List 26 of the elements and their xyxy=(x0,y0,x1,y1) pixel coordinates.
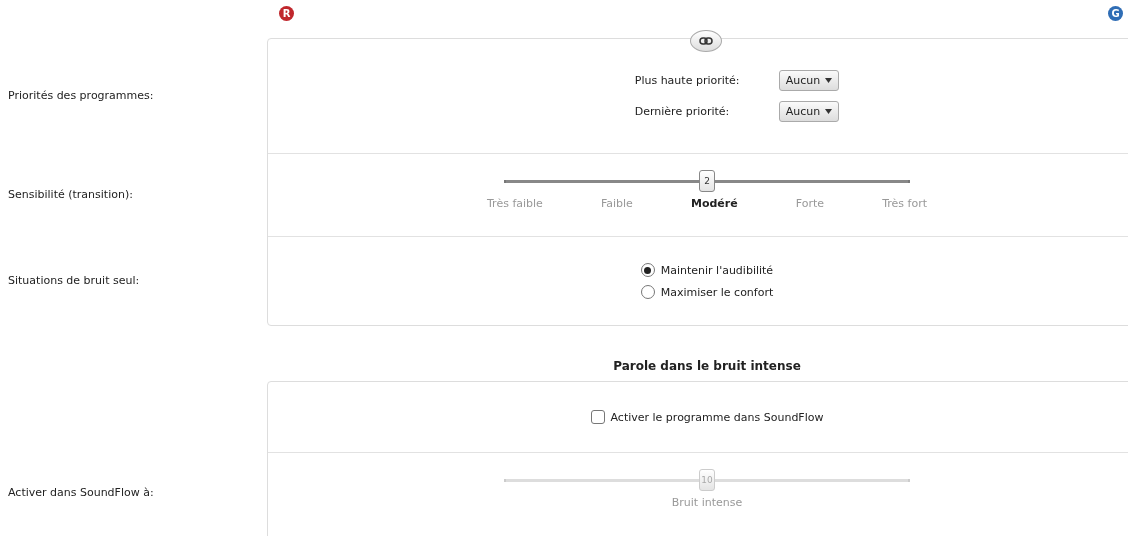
ear-badge: G xyxy=(1108,6,1123,21)
priority-dropdown[interactable]: Aucun xyxy=(778,70,840,91)
checkbox[interactable] xyxy=(590,410,605,424)
option-label: Maintenir l'audibilité xyxy=(660,263,774,277)
row-label: Sensibilité (transition): xyxy=(7,186,134,203)
priority-dropdown[interactable]: Aucun xyxy=(778,101,840,122)
caret-icon xyxy=(825,78,833,83)
checkbox-label: Activer le programme dans SoundFlow xyxy=(610,410,824,424)
scale-label: Faible xyxy=(600,197,633,210)
row-label: Situations de bruit seul: xyxy=(7,272,141,289)
slider-thumb[interactable]: 2 xyxy=(699,170,715,192)
scale-label: Forte xyxy=(795,197,825,210)
slider-caption: Bruit intense xyxy=(671,496,743,509)
option-label: Maximiser le confort xyxy=(660,285,774,299)
caret-icon xyxy=(825,109,833,114)
scale-label: Très faible xyxy=(487,197,543,210)
field-label: Plus haute priorité: xyxy=(634,74,741,87)
link-icon xyxy=(699,37,713,45)
field-label: Dernière priorité: xyxy=(634,105,731,118)
row-label: Activer dans SoundFlow à: xyxy=(7,484,155,501)
ear-badge: R xyxy=(279,6,294,21)
scale-label: Très fort xyxy=(882,197,927,210)
row-label: Priorités des programmes: xyxy=(7,88,155,104)
section-title: Parole dans le bruit intense xyxy=(612,358,802,375)
scale-label: Modéré xyxy=(690,197,738,210)
link-button[interactable] xyxy=(690,30,722,52)
